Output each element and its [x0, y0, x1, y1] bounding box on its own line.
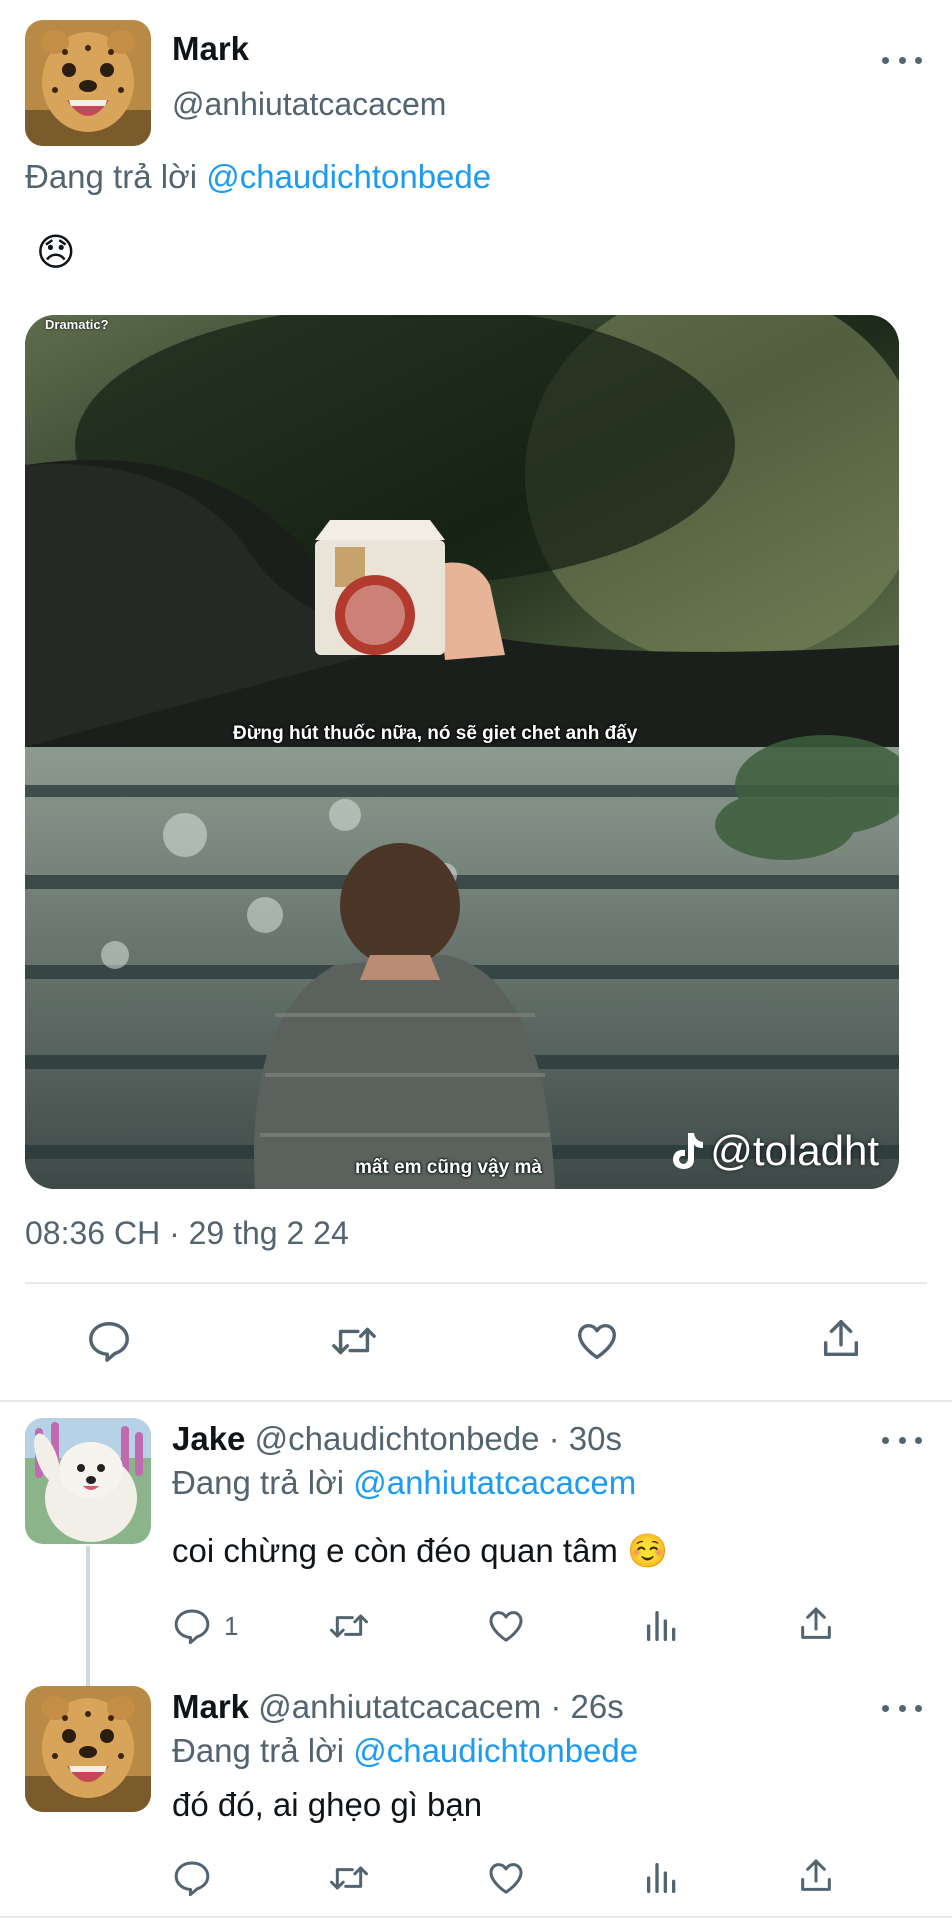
tiktok-icon: [673, 1133, 704, 1169]
like-icon[interactable]: [486, 1606, 526, 1646]
media-corner-label: Dramatic?: [45, 317, 109, 332]
share-icon[interactable]: [796, 1604, 836, 1644]
retweet-icon[interactable]: [326, 1606, 372, 1646]
reply-text: đó đó, ai ghẹo gì bạn: [172, 1786, 483, 1823]
media-caption-top: Đừng hút thuốc nữa, nó sẽ giet chet anh …: [233, 723, 638, 744]
media-caption-bottom: mất em cũng vậy mà: [355, 1157, 542, 1178]
author-name[interactable]: Mark: [172, 30, 249, 68]
more-icon[interactable]: [882, 50, 922, 70]
reply-icon[interactable]: [172, 1858, 212, 1898]
thread-line: [86, 1546, 90, 1686]
replying-to-link[interactable]: @chaudichtonbede: [353, 1732, 638, 1769]
divider: [0, 1400, 952, 1402]
tweet-timestamp: 08:36 CH · 29 thg 2 24: [25, 1215, 349, 1251]
replying-prefix: Đang trả lời: [172, 1732, 345, 1769]
reply-icon[interactable]: [172, 1606, 212, 1646]
author-meta[interactable]: @chaudichtonbede · 30s: [255, 1420, 622, 1457]
author-handle[interactable]: @anhiutatcacacem: [172, 86, 446, 123]
replying-prefix: Đang trả lời: [25, 158, 198, 195]
reply-text: coi chừng e còn đéo quan tâm ☺️: [172, 1532, 669, 1569]
replying-to: Đang trả lời @anhiutatcacacem: [172, 1464, 636, 1502]
reply-button[interactable]: 1: [172, 1606, 238, 1646]
more-icon[interactable]: [882, 1698, 922, 1718]
divider: [0, 1916, 952, 1918]
tweet-media[interactable]: Dramatic? Đừng hút thuốc nữa, nó sẽ giet…: [25, 315, 899, 1189]
retweet-icon[interactable]: [328, 1318, 380, 1364]
replying-prefix: Đang trả lời: [172, 1464, 345, 1501]
replying-to: Đang trả lời @chaudichtonbede: [25, 158, 491, 196]
reply-header: Mark @anhiutatcacacem · 26s: [172, 1688, 624, 1726]
replying-to: Đang trả lời @chaudichtonbede: [172, 1732, 638, 1770]
retweet-icon[interactable]: [326, 1858, 372, 1898]
replying-to-link[interactable]: @chaudichtonbede: [206, 158, 491, 195]
reply-count: 1: [224, 1610, 239, 1641]
avatar[interactable]: [25, 1686, 151, 1812]
share-icon[interactable]: [796, 1856, 836, 1896]
tweet-text: 😞: [36, 232, 76, 274]
avatar[interactable]: [25, 1418, 151, 1544]
reply-icon[interactable]: [86, 1318, 132, 1364]
share-icon[interactable]: [818, 1316, 864, 1362]
reply-header: Jake @chaudichtonbede · 30s: [172, 1420, 622, 1458]
watermark-text: @toladht: [710, 1127, 879, 1174]
media-watermark: @toladht: [670, 1127, 879, 1175]
author-name[interactable]: Jake: [172, 1420, 245, 1457]
views-icon[interactable]: [642, 1606, 682, 1646]
author-name[interactable]: Mark: [172, 1688, 249, 1725]
replying-to-link[interactable]: @anhiutatcacacem: [353, 1464, 636, 1501]
like-icon[interactable]: [574, 1318, 620, 1364]
more-icon[interactable]: [882, 1430, 922, 1450]
author-meta[interactable]: @anhiutatcacacem · 26s: [258, 1688, 624, 1725]
like-icon[interactable]: [486, 1858, 526, 1898]
views-icon[interactable]: [642, 1858, 682, 1898]
divider: [25, 1282, 927, 1284]
avatar[interactable]: [25, 20, 151, 146]
